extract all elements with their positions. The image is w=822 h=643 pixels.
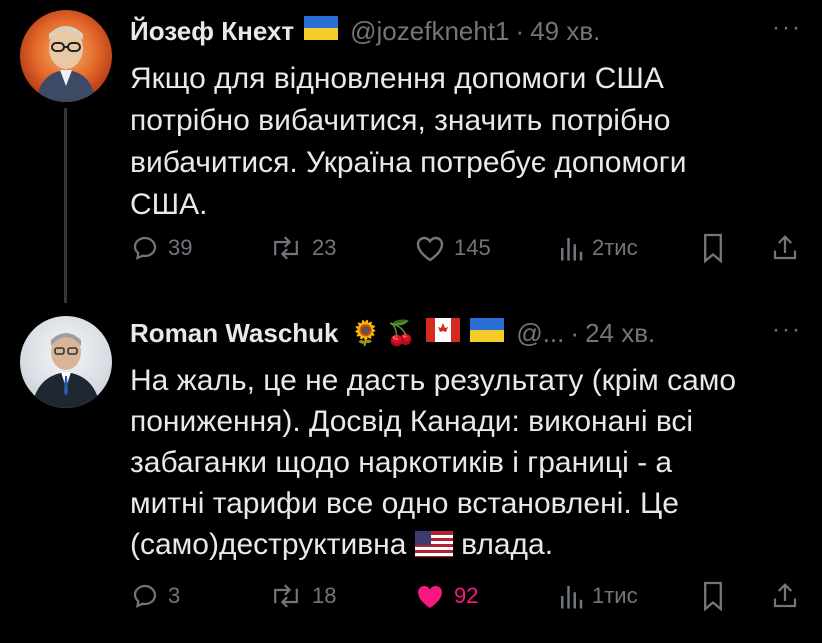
separator-dot: · — [515, 15, 525, 46]
views-count: 1тис — [592, 583, 638, 608]
author-name[interactable]: Йозеф Кнехт — [130, 16, 294, 47]
canada-flag-icon — [426, 317, 461, 349]
avatar-portrait-icon — [36, 26, 96, 102]
tweet[interactable]: Йозеф Кнехт @jozefkneht1 · 49 хв. ··· Як… — [0, 0, 822, 303]
tweet-text-part: влада. — [452, 528, 554, 561]
ukraine-flag-icon — [470, 317, 505, 349]
bookmark-icon — [704, 233, 722, 264]
author-handle[interactable]: @... — [516, 318, 564, 349]
bookmark-icon — [704, 581, 722, 612]
action-bar: 3 18 92 1тис — [130, 576, 802, 616]
views-button[interactable]: 1тис — [558, 581, 638, 611]
reply-icon — [133, 236, 157, 260]
author-name[interactable]: Roman Waschuk — [130, 318, 339, 349]
repost-count: 23 — [312, 235, 337, 260]
cherries-emoji: 🍒 — [386, 319, 417, 347]
repost-button[interactable]: 18 — [268, 581, 336, 611]
author-handle[interactable]: @jozefkneht1 — [350, 16, 509, 47]
tweet[interactable]: Roman Waschuk 🌻 🍒 @... · 24 хв. ··· На ж… — [0, 300, 822, 643]
share-icon — [773, 235, 797, 260]
bookmark-button[interactable] — [700, 580, 726, 612]
avatar[interactable] — [20, 10, 112, 102]
share-button[interactable] — [770, 232, 800, 264]
reply-button[interactable]: 39 — [130, 233, 192, 263]
like-button[interactable]: 92 — [414, 581, 478, 611]
views-icon — [561, 586, 583, 609]
timestamp[interactable]: 24 хв. — [585, 318, 655, 349]
us-flag-icon — [414, 527, 453, 568]
views-count: 2тис — [592, 235, 638, 260]
repost-icon — [274, 236, 298, 260]
ukraine-flag-icon — [304, 15, 339, 47]
timestamp[interactable]: 49 хв. — [530, 16, 600, 47]
share-button[interactable] — [770, 580, 800, 612]
heart-filled-icon — [418, 586, 442, 608]
views-icon — [561, 238, 583, 261]
bookmark-button[interactable] — [700, 232, 726, 264]
reply-count: 3 — [168, 583, 181, 608]
share-icon — [773, 583, 797, 608]
thread-connector-line — [64, 108, 67, 303]
repost-button[interactable]: 23 — [268, 233, 336, 263]
avatar-portrait-icon — [32, 333, 100, 408]
repost-count: 18 — [312, 583, 337, 608]
like-count: 92 — [454, 583, 479, 608]
like-button[interactable]: 145 — [414, 233, 491, 263]
tweet-text: Якщо для відновлення допомоги США потріб… — [130, 62, 687, 221]
avatar[interactable] — [20, 316, 112, 408]
more-options-icon[interactable]: ··· — [772, 14, 802, 42]
views-button[interactable]: 2тис — [558, 233, 638, 263]
repost-icon — [274, 584, 298, 608]
tweet-header: Йозеф Кнехт @jozefkneht1 · 49 хв. ··· — [130, 14, 802, 48]
reply-button[interactable]: 3 — [130, 581, 180, 611]
reply-count: 39 — [168, 235, 193, 260]
reply-icon — [133, 584, 157, 608]
tweet-text: На жаль, це не дасть результату (крім са… — [130, 360, 800, 568]
like-count: 145 — [454, 235, 491, 260]
separator-dot: · — [570, 317, 580, 348]
tweet-header: Roman Waschuk 🌻 🍒 @... · 24 хв. ··· — [130, 316, 802, 350]
sunflower-emoji: 🌻 — [350, 319, 381, 347]
action-bar: 39 23 145 2тис — [130, 228, 802, 268]
more-options-icon[interactable]: ··· — [772, 316, 802, 344]
heart-icon — [416, 236, 444, 262]
